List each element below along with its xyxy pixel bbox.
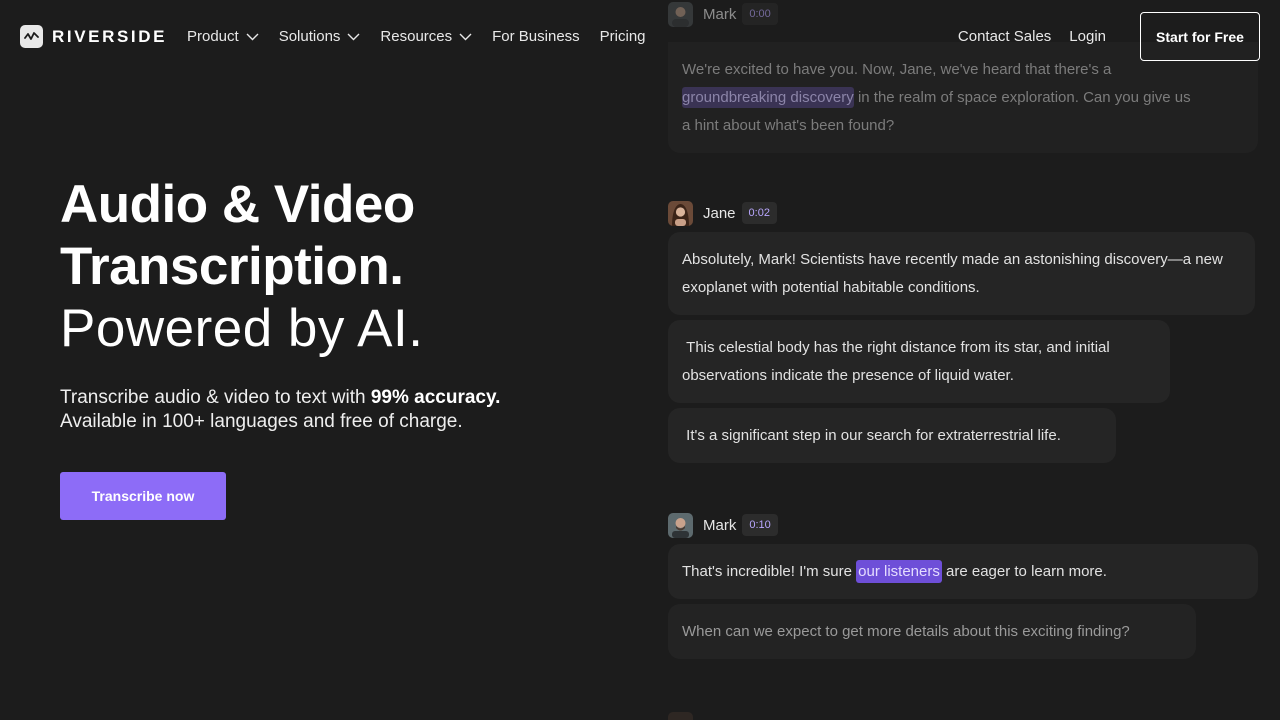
transcript-text: a hint about what's been found?	[682, 117, 895, 134]
hero-section: Audio & Video Transcription. Powered by …	[60, 174, 620, 520]
transcript-bubble: This celestial body has the right distan…	[668, 320, 1170, 403]
logo-text: RIVERSIDE	[52, 26, 168, 46]
nav-pricing[interactable]: Pricing	[600, 28, 646, 45]
header-actions: Contact Sales Login Start for Free	[958, 12, 1260, 61]
chevron-down-icon	[246, 28, 259, 45]
transcript-text: That's incredible! I'm sure	[682, 563, 857, 580]
main-nav: Product Solutions Resources For Business…	[187, 28, 666, 45]
nav-label: Solutions	[278, 28, 341, 45]
contact-sales-link[interactable]: Contact Sales	[958, 28, 1051, 45]
nav-label: Resources	[380, 28, 453, 45]
transcript-bubble: That's incredible! I'm sure our listener…	[668, 544, 1258, 599]
nav-label: For Business	[492, 28, 580, 45]
start-for-free-button[interactable]: Start for Free	[1140, 12, 1260, 61]
nav-product[interactable]: Product	[187, 28, 259, 45]
logo[interactable]: RIVERSIDE	[20, 25, 167, 48]
logo-icon	[20, 25, 43, 48]
keyword-highlight[interactable]: groundbreaking discovery	[682, 87, 854, 108]
hero-title-line: Transcription.	[60, 237, 404, 296]
transcript-panel: Mark 0:00 We're excited to have you. Now…	[668, 0, 1280, 720]
chevron-down-icon	[347, 28, 360, 45]
login-link[interactable]: Login	[1069, 28, 1106, 45]
accuracy-highlight: 99% accuracy.	[370, 387, 501, 408]
mark-avatar	[668, 512, 693, 538]
speaker-name: Mark	[703, 516, 737, 534]
hero-title: Audio & Video Transcription. Powered by …	[60, 174, 620, 360]
nav-resources[interactable]: Resources	[380, 28, 472, 45]
timestamp-badge: 0:02	[741, 202, 777, 224]
hero-subtitle: Transcribe audio & video to text with 99…	[60, 386, 620, 434]
site-header: RIVERSIDE Product Solutions Resources Fo…	[0, 0, 1280, 72]
hero-title-tagline: Powered by AI.	[60, 299, 424, 358]
transcript-bubble: Absolutely, Mark! Scientists have recent…	[668, 232, 1255, 315]
transcript-text: in the realm of space exploration. Can y…	[853, 89, 1191, 106]
chevron-down-icon	[459, 28, 472, 45]
transcript-bubble: It's a significant step in our search fo…	[668, 408, 1116, 463]
keyword-highlight[interactable]: our listeners	[856, 560, 942, 583]
speaker-row: Mark 0:10	[668, 512, 1280, 538]
timestamp-badge: 0:10	[742, 514, 778, 536]
transcript-group-jane: Jane 0:02 Absolutely, Mark! Scientists h…	[668, 200, 1280, 463]
transcript-group-mark-reply: Mark 0:10 That's incredible! I'm sure ou…	[668, 512, 1280, 659]
transcript-bubble: When can we expect to get more details a…	[668, 604, 1196, 659]
transcript-text: are eager to learn more.	[941, 563, 1107, 580]
nav-for-business[interactable]: For Business	[492, 28, 580, 45]
hero-subtitle-text: Transcribe audio & video to text with	[60, 387, 371, 408]
transcribe-now-button[interactable]: Transcribe now	[60, 472, 226, 520]
hero-subtitle-text: Available in 100+ languages and free of …	[60, 411, 463, 432]
speaker-name: Jane	[703, 204, 736, 222]
next-speaker-avatar	[668, 712, 693, 720]
nav-solutions[interactable]: Solutions	[279, 28, 361, 45]
nav-label: Pricing	[599, 28, 646, 45]
nav-label: Product	[187, 28, 239, 45]
hero-title-line: Audio & Video	[60, 175, 415, 234]
speaker-row: Jane 0:02	[668, 200, 1280, 226]
jane-avatar	[668, 200, 693, 226]
